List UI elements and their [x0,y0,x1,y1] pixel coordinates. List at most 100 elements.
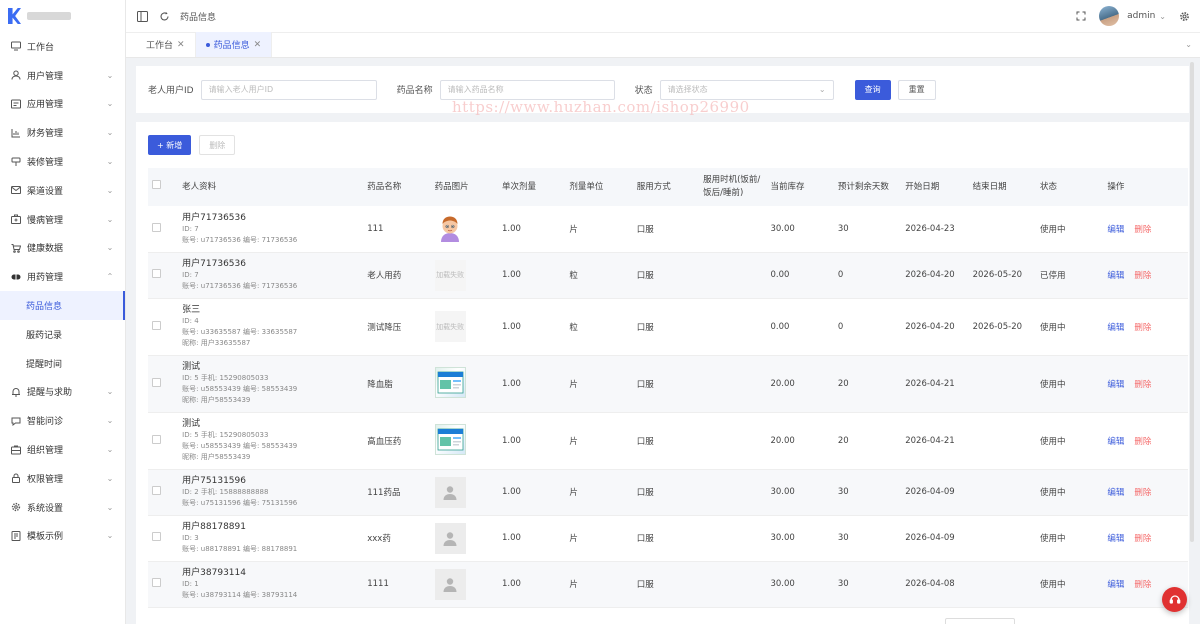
drug-image[interactable] [434,424,466,455]
chevron-down-icon[interactable]: ⌄ [1159,12,1166,21]
sidebar-item-medkit[interactable]: 慢病管理 ⌄ [0,205,125,234]
drug-image-placeholder[interactable] [434,522,466,554]
avatar[interactable] [1099,6,1120,26]
table-row[interactable]: 张三 ID: 4 账号: u33635587 编号: 33635587 昵称: 用户3… [148,298,1188,356]
close-icon[interactable]: ✕ [177,40,185,50]
table-row[interactable]: 用户71736536 ID: 7 账号: u71736536 编号: 7173653… [148,206,1188,253]
row-checkbox[interactable] [152,578,161,587]
sidebar-item-lock[interactable]: 权限管理 ⌄ [0,464,125,493]
query-button[interactable]: 查询 [854,79,891,100]
edit-link[interactable]: 编辑 [1107,323,1124,333]
remaining-days-cell: 0 [833,298,902,356]
drug-name-cell: 测试降压 [363,298,431,356]
drug-image-placeholder[interactable] [434,568,466,600]
page-size-select[interactable] [945,618,1015,624]
edit-link[interactable]: 编辑 [1107,380,1124,390]
close-icon[interactable]: ✕ [254,40,262,50]
drug-image[interactable] [435,213,466,244]
table-row[interactable]: 测试 ID: 5 手机: 15290805033 账号: u58553439 编号:… [148,412,1188,470]
status-select[interactable]: 请选择状态 ⌄ [659,79,834,100]
delete-link[interactable]: 删除 [1134,488,1151,498]
unit-cell: 粒 [565,298,633,356]
delete-link[interactable]: 删除 [1134,271,1151,281]
logo[interactable] [0,0,125,32]
delete-link[interactable]: 删除 [1134,225,1151,235]
row-checkbox[interactable] [152,269,161,278]
delete-link[interactable]: 删除 [1134,437,1151,447]
sidebar-item-template[interactable]: 模板示例 ⌄ [0,522,125,551]
row-checkbox[interactable] [152,377,161,387]
sidebar-item-cart[interactable]: 健康数据 ⌄ [0,234,125,263]
sidebar-subitem[interactable]: 提醒时间 [0,349,125,378]
elder-name: 用户38793114 [182,568,246,578]
sidebar-item-chart[interactable]: 财务管理 ⌄ [0,118,125,147]
sidebar-subitem[interactable]: 药品信息 [0,291,125,320]
elder-name: 用户71736536 [182,212,246,223]
table-row[interactable]: 用户38793114 ID: 1 账号: u38793114 编号: 3879311… [148,561,1188,608]
column-header: 老人资料 [178,168,364,206]
sidebar-item-org[interactable]: 组织管理 ⌄ [0,435,125,464]
sidebar-item-bell[interactable]: 提醒与求助 ⌄ [0,378,125,407]
tab-1[interactable]: 药品信息 ✕ [195,32,273,57]
delete-link[interactable]: 删除 [1134,580,1151,590]
column-header: 预计剩余天数 [833,168,902,206]
row-checkbox[interactable] [152,486,161,495]
row-checkbox[interactable] [152,320,161,330]
elder-info-cell: 用户75131596 ID: 2 手机: 15888888888 账号: u7513… [178,469,364,516]
settings-gear-icon[interactable] [1178,10,1190,22]
sidebar-item-gear[interactable]: 系统设置 ⌄ [0,493,125,522]
sidebar-subitem[interactable]: 服药记录 [0,320,125,349]
drug-image-failed[interactable]: 加载失败 [434,311,466,342]
table-row[interactable]: 用户88178891 ID: 3 账号: u88178891 编号: 8817889… [148,515,1188,562]
table-row[interactable]: 用户75131596 ID: 2 手机: 15888888888 账号: u7513… [148,469,1188,516]
remaining-days-cell: 30 [833,515,902,562]
delete-link[interactable]: 删除 [1134,534,1151,544]
edit-link[interactable]: 编辑 [1107,580,1124,590]
tab-0[interactable]: 工作台 ✕ [136,32,196,57]
row-checkbox[interactable] [152,222,161,232]
table-row[interactable]: 用户71736536 ID: 7 账号: u71736536 编号: 7173653… [148,252,1188,299]
stock-cell: 0.00 [766,298,834,356]
table-row[interactable]: 测试 ID: 5 手机: 15290805033 账号: u58553439 编号:… [148,355,1188,413]
batch-delete-button[interactable]: 删除 [199,135,236,155]
sidebar-item-mail[interactable]: 渠道设置 ⌄ [0,176,125,205]
drug-image-failed[interactable]: 加载失败 [434,259,466,291]
row-checkbox[interactable] [152,434,161,444]
reset-button[interactable]: 重置 [897,79,936,100]
sidebar-item-user[interactable]: 用户管理 ⌄ [0,61,125,90]
edit-link[interactable]: 编辑 [1107,437,1124,447]
floating-help-button[interactable] [1162,587,1187,612]
fullscreen-icon[interactable] [1075,10,1087,22]
delete-link[interactable]: 删除 [1134,380,1151,390]
sidebar-item-chat[interactable]: 智能问诊 ⌄ [0,406,125,435]
collapse-sidebar-icon[interactable] [136,10,148,22]
user-name[interactable]: admin [1127,11,1155,21]
edit-link[interactable]: 编辑 [1107,271,1124,281]
sidebar-item-decor[interactable]: 装修管理 ⌄ [0,147,125,176]
sidebar-item-pill[interactable]: 用药管理 ⌃ [0,262,125,291]
tabs-dropdown-icon[interactable]: ⌄ [1185,40,1192,49]
refresh-icon[interactable] [158,10,170,22]
end-date-cell: 2026-05-20 [968,252,1036,299]
drug-image[interactable] [434,367,466,398]
drug-image-placeholder[interactable] [434,476,466,508]
drug-name-input[interactable] [439,79,615,100]
drug-image-cell [430,561,498,608]
scrollbar-thumb[interactable] [1190,62,1194,542]
start-date-cell: 2026-04-09 [901,515,969,562]
chevron-down-icon: ⌄ [106,128,114,138]
edit-link[interactable]: 编辑 [1107,488,1124,498]
page-scrollbar[interactable] [1190,58,1196,624]
active-dot-icon [205,42,210,47]
select-all-checkbox[interactable] [152,180,161,189]
elder-id-input[interactable] [200,79,377,100]
edit-link[interactable]: 编辑 [1107,534,1124,544]
add-button[interactable]: + 新增 [148,135,192,155]
delete-link[interactable]: 删除 [1134,323,1151,333]
timing-cell [699,252,767,299]
sidebar-item-app[interactable]: 应用管理 ⌄ [0,90,125,119]
edit-link[interactable]: 编辑 [1107,225,1124,235]
row-checkbox[interactable] [152,532,161,541]
chevron-down-icon: ⌄ [106,185,114,195]
sidebar-item-monitor[interactable]: 工作台 [0,32,125,61]
